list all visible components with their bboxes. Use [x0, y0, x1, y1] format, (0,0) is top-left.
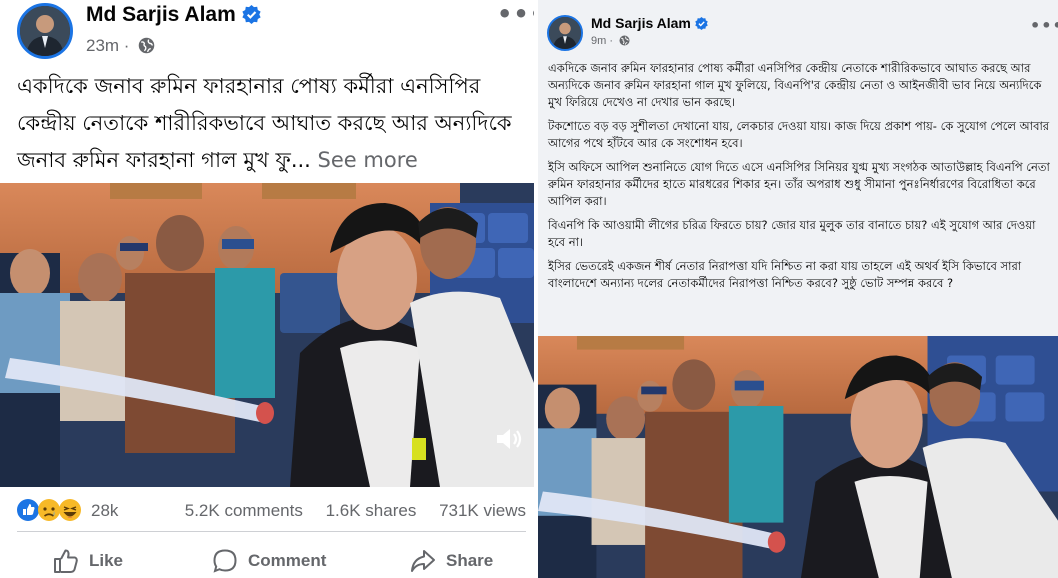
globe-icon: [619, 35, 630, 46]
post-meta: 9m ·: [591, 35, 630, 47]
author-name[interactable]: Md Sarjis Alam: [591, 15, 708, 31]
author-name-text[interactable]: Md Sarjis Alam: [86, 3, 236, 26]
verified-badge-icon: [695, 17, 708, 30]
video-frame: [538, 336, 1058, 578]
share-button[interactable]: Share: [410, 548, 493, 574]
facebook-post-right: Md Sarjis Alam 9m · ••• একদিকে জনাব রুমি…: [538, 0, 1058, 578]
shares-count[interactable]: 1.6K shares: [326, 501, 417, 520]
post-text: একদিকে জনাব রুমিন ফারহানার পোষ্য কর্মীরা…: [17, 68, 527, 179]
comments-count[interactable]: 5.2K comments: [185, 501, 303, 520]
verified-badge-icon: [242, 5, 261, 24]
sad-reaction-icon: [38, 499, 60, 521]
more-options-button[interactable]: •••: [1030, 16, 1058, 35]
comment-label: Comment: [248, 551, 327, 570]
like-button[interactable]: Like: [53, 548, 123, 574]
haha-reaction-icon: [59, 499, 81, 521]
globe-icon: [138, 37, 155, 54]
profile-photo: [20, 6, 70, 56]
volume-icon[interactable]: [495, 426, 523, 452]
like-reaction-icon: [17, 499, 39, 521]
reaction-icons[interactable]: [17, 498, 89, 522]
post-time[interactable]: 23m: [86, 36, 119, 55]
video-frame: [0, 183, 534, 487]
post-meta: 23m ·: [86, 36, 155, 56]
action-bar: Like Comment Share: [17, 540, 526, 578]
author-name[interactable]: Md Sarjis Alam: [86, 3, 261, 27]
post-stats: 5.2K comments 1.6K shares 731K views: [167, 501, 526, 521]
avatar[interactable]: [17, 3, 73, 59]
views-count: 731K views: [439, 501, 526, 520]
like-label: Like: [89, 551, 124, 570]
post-video[interactable]: [0, 183, 534, 487]
profile-photo: [549, 17, 581, 49]
post-time[interactable]: 9m: [591, 35, 606, 47]
more-options-button[interactable]: •••: [497, 0, 534, 28]
avatar[interactable]: [547, 15, 583, 51]
post-paragraph: একদিকে জনাব রুমিন ফারহানার পোষ্য কর্মীরা…: [548, 61, 1042, 109]
author-name-text[interactable]: Md Sarjis Alam: [591, 15, 691, 31]
post-paragraph: বিএনপি কি আওয়ামী লীগের চরিত্র ফিরতে চায…: [548, 218, 1036, 249]
facebook-post-left: Md Sarjis Alam 23m · ••• একদিকে জনাব রুম…: [0, 0, 534, 578]
share-icon: [411, 550, 435, 572]
reaction-bar: 28k 5.2K comments 1.6K shares 731K views: [17, 496, 526, 526]
share-label: Share: [446, 551, 494, 570]
reaction-count[interactable]: 28k: [91, 501, 118, 521]
see-more-link[interactable]: See more: [318, 148, 418, 172]
post-video[interactable]: [538, 336, 1058, 578]
post-paragraph: ইসির ভেতরেই একজন শীর্ষ নেতার নিরাপত্তা য…: [548, 259, 1022, 290]
post-paragraph: টকশোতে বড় বড় সুশীলতা দেখানো যায়, লেকচ…: [548, 119, 1050, 150]
divider: [17, 531, 526, 532]
comment-icon: [213, 549, 237, 573]
post-paragraph: ইসি অফিসে আপিল শুনানিতে যোগ দিতে এসে এনস…: [548, 160, 1050, 208]
post-text: একদিকে জনাব রুমিন ফারহানার পোষ্য কর্মীরা…: [548, 60, 1053, 299]
thumbs-up-icon: [54, 549, 78, 573]
post-text-body: একদিকে জনাব রুমিন ফারহানার পোষ্য কর্মীরা…: [17, 74, 512, 172]
comment-button[interactable]: Comment: [212, 548, 326, 574]
